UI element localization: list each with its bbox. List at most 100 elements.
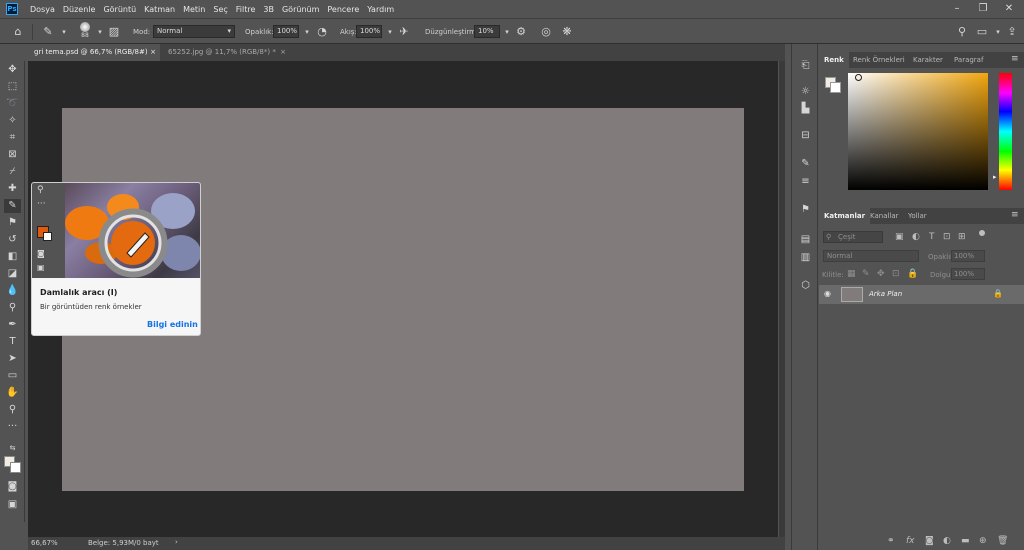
tab-renk[interactable]: Renk [819, 52, 849, 68]
eyedropper-tool-icon[interactable]: ⌿ [4, 165, 21, 179]
swap-colors-icon[interactable]: ⇆ [4, 441, 21, 455]
workspace-icon[interactable]: ▭ [974, 24, 990, 40]
brush-tool-icon[interactable]: ✎ [4, 199, 21, 213]
menu-filtre[interactable]: Filtre [236, 5, 256, 14]
menu-yardim[interactable]: Yardım [367, 5, 394, 14]
adjustment-layer-icon[interactable]: ◐ [943, 536, 951, 546]
lock-position-icon[interactable]: ✥ [877, 269, 885, 279]
status-menu-arrow[interactable]: › [175, 538, 178, 546]
zoom-level[interactable]: 66,67% [31, 539, 58, 547]
pen-tool-icon[interactable]: ✒ [4, 318, 21, 332]
tab-renk-ornekleri[interactable]: Renk Örnekleri [848, 52, 910, 68]
gradient-tool-icon[interactable]: ◪ [4, 267, 21, 281]
layer-lock-icon[interactable]: 🔒 [993, 289, 1003, 298]
search-icon[interactable]: ⚲ [954, 24, 970, 40]
dodge-tool-icon[interactable]: ⚲ [4, 301, 21, 315]
menu-pencere[interactable]: Pencere [327, 5, 359, 14]
learn-more-link[interactable]: Bilgi edinin [147, 320, 198, 329]
histogram-panel-icon[interactable]: ▙ [797, 101, 814, 116]
lock-artboard-icon[interactable]: ⊡ [892, 269, 900, 279]
eye-visibility-icon[interactable]: ◉ [824, 289, 831, 298]
link-layers-icon[interactable]: ⚭ [887, 536, 895, 546]
chevron-down-icon[interactable]: ▾ [299, 24, 315, 40]
fill-field[interactable]: 100% [951, 268, 985, 280]
lock-all-icon[interactable]: 🔒 [907, 269, 918, 279]
background-color-swatch[interactable] [10, 462, 21, 473]
opacity-field[interactable]: 100% [273, 25, 299, 38]
close-tab-icon[interactable]: × [280, 44, 286, 61]
tab-karakter[interactable]: Karakter [908, 52, 948, 68]
type-filter-icon[interactable]: T [929, 232, 935, 242]
delete-layer-icon[interactable]: 🗑 [997, 536, 1008, 546]
type-tool-icon[interactable]: T [4, 335, 21, 349]
crop-tool-icon[interactable]: ⌗ [4, 131, 21, 145]
brush-panel-icon[interactable]: ✎ [797, 156, 814, 171]
flow-field[interactable]: 100% [356, 25, 382, 38]
close-tab-icon[interactable]: × [150, 44, 156, 61]
shape-filter-icon[interactable]: ⊡ [943, 232, 951, 242]
path-select-tool-icon[interactable]: ➤ [4, 352, 21, 366]
hue-slider-handle-icon[interactable]: ▸ [993, 173, 997, 181]
background-color-swatch[interactable] [830, 82, 841, 93]
restore-icon[interactable]: ❐ [976, 2, 990, 16]
menu-katman[interactable]: Katman [144, 5, 175, 14]
smoothing-field[interactable]: 10% [474, 25, 500, 38]
marquee-tool-icon[interactable]: ⬚ [4, 80, 21, 94]
home-icon[interactable]: ⌂ [10, 24, 26, 40]
new-layer-icon[interactable]: ⊕ [979, 536, 987, 546]
quick-mask-icon[interactable]: ◙ [4, 480, 21, 494]
properties-panel-icon[interactable]: ⊟ [797, 128, 814, 143]
blend-mode-select[interactable]: Normal [823, 250, 919, 262]
layer-opacity-field[interactable]: 100% [951, 250, 985, 262]
color-picker-handle[interactable] [855, 74, 862, 81]
share-icon[interactable]: ⇪ [1004, 24, 1020, 40]
gear-icon[interactable]: ⚙ [513, 24, 529, 40]
layer-row[interactable]: ◉ Arka Plan 🔒 [819, 285, 1024, 304]
tab-paragraf[interactable]: Paragraf [949, 52, 988, 68]
eraser-tool-icon[interactable]: ◧ [4, 250, 21, 264]
brush-settings-icon[interactable]: ▨ [106, 24, 122, 40]
move-tool-icon[interactable]: ✥ [4, 63, 21, 77]
chevron-down-icon[interactable]: ▾ [56, 24, 72, 40]
layer-name[interactable]: Arka Plan [869, 290, 902, 298]
blur-tool-icon[interactable]: 💧 [4, 284, 21, 298]
add-mask-icon[interactable]: ◙ [925, 536, 934, 546]
quick-select-tool-icon[interactable]: ✧ [4, 114, 21, 128]
menu-3b[interactable]: 3B [263, 5, 274, 14]
menu-metin[interactable]: Metin [183, 5, 205, 14]
airbrush-icon[interactable]: ✈ [396, 24, 412, 40]
screen-mode-icon[interactable]: ▣ [4, 498, 21, 512]
rectangle-tool-icon[interactable]: ▭ [4, 369, 21, 383]
tab-kanallar[interactable]: Kanallar [865, 208, 904, 224]
layer-style-icon[interactable]: fx [906, 536, 915, 546]
vertical-scrollbar[interactable] [779, 61, 785, 537]
lock-transparent-icon[interactable]: ▦ [847, 269, 856, 279]
hue-slider[interactable] [999, 73, 1012, 190]
hand-tool-icon[interactable]: ✋ [4, 386, 21, 400]
tab-yollar[interactable]: Yollar [903, 208, 932, 224]
panel-menu-icon[interactable]: ≡ [1011, 54, 1019, 64]
new-group-icon[interactable]: ▬ [961, 536, 970, 546]
3d-panel-icon[interactable]: ⬡ [797, 278, 814, 293]
tab-65252[interactable]: 65252.jpg @ 11,7% (RGB/8*) * × [162, 44, 290, 61]
symmetry-icon[interactable]: ❋ [559, 24, 575, 40]
close-window-icon[interactable]: ✕ [1002, 2, 1016, 16]
adjustment-filter-icon[interactable]: ◐ [912, 232, 920, 242]
menu-dosya[interactable]: Dosya [30, 5, 55, 14]
pressure-opacity-icon[interactable]: ◔ [314, 24, 330, 40]
filter-toggle-icon[interactable] [979, 230, 985, 236]
brush-tool-icon[interactable]: ✎ [40, 24, 56, 40]
info-panel-icon[interactable]: ▥ [797, 250, 814, 265]
lasso-tool-icon[interactable]: ➰ [4, 97, 21, 111]
tab-katmanlar[interactable]: Katmanlar [819, 208, 871, 224]
clone-source-panel-icon[interactable]: ⚑ [797, 202, 814, 217]
color-picker-field[interactable] [848, 73, 988, 190]
frame-tool-icon[interactable]: ⊠ [4, 148, 21, 162]
mode-select[interactable]: Normal ▾ [153, 25, 235, 38]
menu-gorunum[interactable]: Görünüm [282, 5, 319, 14]
menu-duzenle[interactable]: Düzenle [63, 5, 96, 14]
zoom-tool-icon[interactable]: ⚲ [4, 403, 21, 417]
history-brush-tool-icon[interactable]: ↺ [4, 233, 21, 247]
history-panel-icon[interactable]: ⎗ [797, 58, 814, 73]
menu-sec[interactable]: Seç [213, 5, 227, 14]
